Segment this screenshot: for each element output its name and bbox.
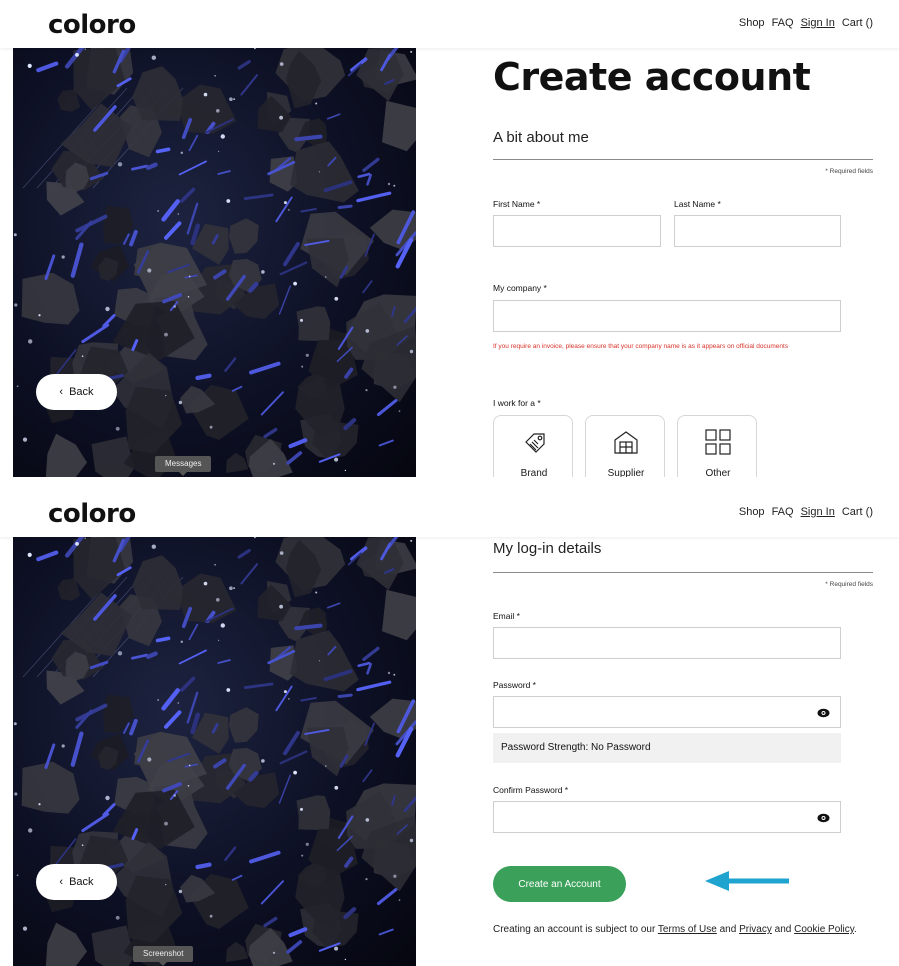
coloro-logo[interactable]: coloro xyxy=(48,499,136,529)
first-name-input[interactable] xyxy=(493,215,661,247)
chevron-left-icon: ‹ xyxy=(59,876,64,888)
section-title-about: A bit about me xyxy=(493,129,589,146)
messages-tooltip: Messages xyxy=(155,456,212,476)
chevron-left-icon: ‹ xyxy=(59,386,64,398)
back-button[interactable]: ‹ Back xyxy=(36,864,117,900)
top-navbar: coloro Shop FAQ Sign In Cart () xyxy=(0,0,899,48)
back-label: Back xyxy=(69,876,94,888)
grid-icon xyxy=(705,429,731,455)
create-account-button[interactable]: Create an Account xyxy=(493,866,626,902)
password-input[interactable] xyxy=(493,696,841,728)
section-title-login: My log-in details xyxy=(493,540,602,557)
cookie-policy-link[interactable]: Cookie Policy xyxy=(794,924,854,935)
warehouse-icon xyxy=(614,431,638,454)
nav-sign-in[interactable]: Sign In xyxy=(801,17,835,29)
terms-prefix: Creating an account is subject to our xyxy=(493,924,658,935)
nav-cart[interactable]: Cart () xyxy=(842,17,873,29)
nav-faq[interactable]: FAQ xyxy=(772,17,794,29)
required-fields-note: * Required fields xyxy=(825,168,873,175)
work-option-label: Brand xyxy=(520,468,548,477)
email-input[interactable] xyxy=(493,627,841,659)
back-button[interactable]: ‹ Back xyxy=(36,374,117,410)
work-option-brand[interactable]: Brand xyxy=(493,415,573,477)
nav-links: Shop FAQ Sign In Cart () xyxy=(739,506,873,518)
last-name-label: Last Name * xyxy=(674,199,721,209)
first-name-label: First Name * xyxy=(493,199,541,209)
nav-sign-in[interactable]: Sign In xyxy=(801,506,835,518)
eye-icon[interactable] xyxy=(817,707,830,719)
about-me-form: Create account A bit about me * Required… xyxy=(493,0,873,477)
company-label: My company * xyxy=(493,283,547,293)
signup-panel-bottom: coloro Shop FAQ Sign In Cart () ‹ Back S… xyxy=(0,489,899,966)
confirm-password-input[interactable] xyxy=(493,801,841,833)
last-name-input[interactable] xyxy=(674,215,841,247)
work-option-label: Supplier xyxy=(607,468,645,477)
company-input[interactable] xyxy=(493,300,841,332)
terms-notice: Creating an account is subject to our Te… xyxy=(493,924,857,935)
crystal-hero-image xyxy=(13,48,416,477)
company-hint: If you require an invoice, please ensure… xyxy=(493,343,789,350)
divider xyxy=(493,572,873,573)
required-fields-note: * Required fields xyxy=(825,581,873,588)
terms-and: and xyxy=(716,924,740,935)
divider xyxy=(493,159,873,160)
page-title: Create account xyxy=(493,55,811,99)
terms-of-use-link[interactable]: Terms of Use xyxy=(658,924,717,935)
crystal-hero-image xyxy=(13,537,416,966)
coloro-logo[interactable]: coloro xyxy=(48,10,136,40)
top-navbar: coloro Shop FAQ Sign In Cart () xyxy=(0,489,899,537)
confirm-password-label: Confirm Password * xyxy=(493,785,569,795)
terms-and: and xyxy=(771,924,795,935)
login-details-form: My log-in details * Required fields Emai… xyxy=(493,489,873,966)
work-for-label: I work for a * xyxy=(493,398,541,408)
annotation-arrow-icon xyxy=(705,871,789,891)
back-label: Back xyxy=(69,386,94,398)
nav-shop[interactable]: Shop xyxy=(739,506,765,518)
eye-icon[interactable] xyxy=(817,812,830,824)
password-strength-meter: Password Strength: No Password xyxy=(493,733,841,763)
email-label: Email * xyxy=(493,611,520,621)
work-option-other[interactable]: Other xyxy=(677,415,757,477)
nav-links: Shop FAQ Sign In Cart () xyxy=(739,17,873,29)
privacy-link[interactable]: Privacy xyxy=(739,924,772,935)
screenshot-tooltip: Screenshot xyxy=(133,946,194,966)
nav-cart[interactable]: Cart () xyxy=(842,506,873,518)
tag-icon xyxy=(525,433,545,453)
signup-panel-top: coloro Shop FAQ Sign In Cart () ‹ Back M… xyxy=(0,0,899,477)
password-label: Password * xyxy=(493,680,536,690)
nav-faq[interactable]: FAQ xyxy=(772,506,794,518)
work-option-supplier[interactable]: Supplier xyxy=(585,415,665,477)
work-option-label: Other xyxy=(705,468,731,477)
nav-shop[interactable]: Shop xyxy=(739,17,765,29)
